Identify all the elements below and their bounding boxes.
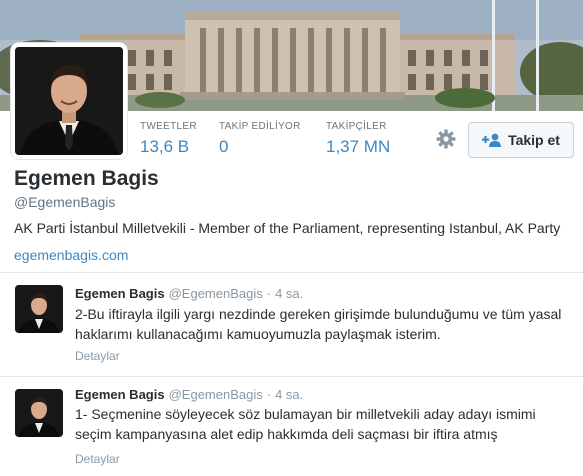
tweet-avatar[interactable] xyxy=(15,285,63,333)
stat-following-value: 0 xyxy=(219,137,229,156)
tweet-timestamp[interactable]: 4 sa. xyxy=(275,286,303,301)
tweet-details-link[interactable]: Detaylar xyxy=(75,452,120,466)
gear-icon[interactable] xyxy=(436,129,456,149)
tweet-text-line: seçim kampanyasına alet edip hakkımda de… xyxy=(75,426,498,442)
profile-handle: @EgemenBagis xyxy=(14,194,116,210)
tweet-header: Egemen Bagis @EgemenBagis · 4 sa. xyxy=(75,387,303,402)
stat-tweets-label: TWEETLER xyxy=(140,121,197,132)
tweet-separator: · xyxy=(266,286,272,301)
add-user-icon xyxy=(482,133,502,147)
stat-followers[interactable]: TAKİPÇİLER 1,37 MN xyxy=(326,121,390,157)
stat-tweets[interactable]: TWEETLER 13,6 B xyxy=(140,121,197,157)
tweet-text: 2-Bu iftirayla ilgili yargı nezdinde ger… xyxy=(75,304,575,344)
stat-following-label: TAKİP EDİLİYOR xyxy=(219,121,301,132)
follow-button[interactable]: Takip et xyxy=(468,122,574,158)
stat-following[interactable]: TAKİP EDİLİYOR 0 xyxy=(219,121,301,157)
tweet-header: Egemen Bagis @EgemenBagis · 4 sa. xyxy=(75,286,303,301)
stat-tweets-value: 13,6 B xyxy=(140,137,190,156)
stat-followers-value: 1,37 MN xyxy=(326,137,391,156)
tweet-text: 1- Seçmenine söyleyecek söz bulamayan bi… xyxy=(75,404,575,444)
profile-website-link[interactable]: egemenbagis.com xyxy=(14,247,128,263)
tweet-details-link[interactable]: Detaylar xyxy=(75,349,120,363)
tweet-author-handle[interactable]: @EgemenBagis xyxy=(169,286,263,301)
stat-followers-label: TAKİPÇİLER xyxy=(326,121,387,132)
tweet-avatar[interactable] xyxy=(15,389,63,437)
follow-button-label: Takip et xyxy=(508,132,560,148)
tweet-text-line: 2-Bu iftirayla ilgili yargı nezdinde ger… xyxy=(75,306,562,322)
tweet-item[interactable]: Egemen Bagis @EgemenBagis · 4 sa. 1- Seçmen… xyxy=(0,377,583,476)
tweet-timestamp[interactable]: 4 sa. xyxy=(275,387,303,402)
tweet-item[interactable]: Egemen Bagis @EgemenBagis · 4 sa. 2-Bu ifti… xyxy=(0,273,583,376)
tweet-text-line: haklarımı kullanacağımı kamuoyumuzla pay… xyxy=(75,326,441,342)
profile-name: Egemen Bagis xyxy=(14,167,159,190)
tweet-author-handle[interactable]: @EgemenBagis xyxy=(169,387,263,402)
tweet-separator: · xyxy=(266,387,272,402)
tweet-author-name[interactable]: Egemen Bagis xyxy=(75,286,165,301)
profile-bio: AK Parti İstanbul Milletvekili - Member … xyxy=(14,220,561,236)
tweet-text-line: 1- Seçmenine söyleyecek söz bulamayan bi… xyxy=(75,406,536,422)
tweet-author-name[interactable]: Egemen Bagis xyxy=(75,387,165,402)
